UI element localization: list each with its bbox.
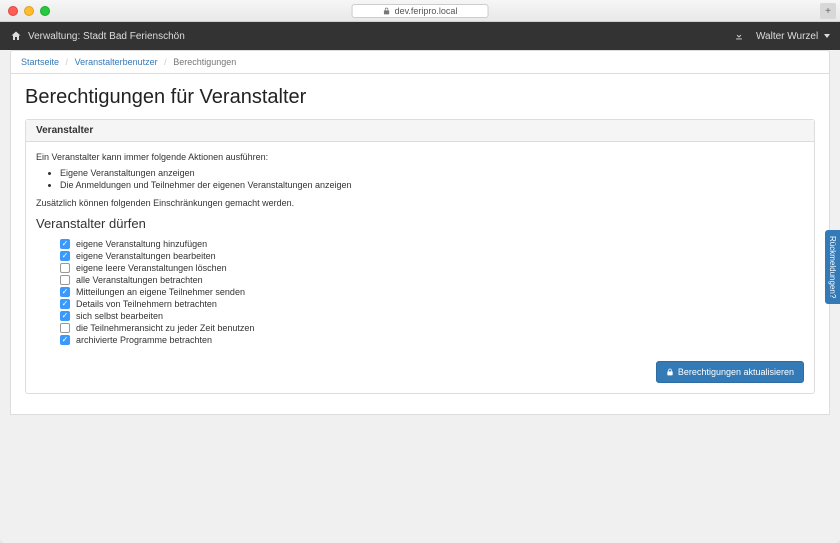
submit-label: Berechtigungen aktualisieren: [678, 367, 794, 377]
permission-checkbox[interactable]: [60, 275, 70, 285]
subheading: Veranstalter dürfen: [36, 216, 804, 231]
breadcrumb-current: Berechtigungen: [173, 57, 236, 67]
content-area: Startseite / Veranstalterbenutzer / Bere…: [0, 50, 840, 543]
fixed-permissions-list: Eigene Veranstaltungen anzeigen Die Anmel…: [60, 168, 804, 190]
zoom-icon[interactable]: [40, 6, 50, 16]
intro-text: Ein Veranstalter kann immer folgende Akt…: [36, 152, 804, 162]
minimize-icon[interactable]: [24, 6, 34, 16]
address-bar[interactable]: dev.feripro.local: [352, 4, 489, 18]
main-panel: Berechtigungen für Veranstalter Veransta…: [10, 74, 830, 415]
app-navbar: Verwaltung: Stadt Bad Ferienschön Walter…: [0, 22, 840, 50]
permission-checkbox[interactable]: [60, 287, 70, 297]
breadcrumb-sep: /: [164, 57, 167, 67]
lock-icon: [383, 7, 391, 15]
panel-body: Ein Veranstalter kann immer folgende Akt…: [26, 142, 814, 393]
permission-label: die Teilnehmeransicht zu jeder Zeit benu…: [76, 323, 254, 333]
permission-checkbox[interactable]: [60, 311, 70, 321]
permission-item: sich selbst bearbeiten: [60, 311, 804, 321]
home-icon[interactable]: [10, 30, 22, 42]
permission-item: archivierte Programme betrachten: [60, 335, 804, 345]
download-icon[interactable]: [734, 31, 744, 41]
permission-label: Details von Teilnehmern betrachten: [76, 299, 217, 309]
permission-item: die Teilnehmeransicht zu jeder Zeit benu…: [60, 323, 804, 333]
intro2-text: Zusätzlich können folgenden Einschränkun…: [36, 198, 804, 208]
permissions-panel: Veranstalter Ein Veranstalter kann immer…: [25, 119, 815, 394]
panel-heading: Veranstalter: [26, 120, 814, 142]
permission-label: eigene Veranstaltung hinzufügen: [76, 239, 207, 249]
permission-label: Mitteilungen an eigene Teilnehmer senden: [76, 287, 245, 297]
permission-item: eigene Veranstaltungen bearbeiten: [60, 251, 804, 261]
permissions-list: eigene Veranstaltung hinzufügen eigene Ve…: [60, 239, 804, 345]
url-text: dev.feripro.local: [395, 6, 458, 16]
window-controls: [8, 6, 50, 16]
permission-item: alle Veranstaltungen betrachten: [60, 275, 804, 285]
permission-label: alle Veranstaltungen betrachten: [76, 275, 203, 285]
permission-label: eigene leere Veranstaltungen löschen: [76, 263, 227, 273]
navbar-title: Verwaltung: Stadt Bad Ferienschön: [28, 31, 185, 42]
permission-item: eigene Veranstaltung hinzufügen: [60, 239, 804, 249]
browser-window: dev.feripro.local + Verwaltung: Stadt Ba…: [0, 0, 840, 543]
permission-item: Mitteilungen an eigene Teilnehmer senden: [60, 287, 804, 297]
permission-label: archivierte Programme betrachten: [76, 335, 212, 345]
new-tab-button[interactable]: +: [820, 3, 836, 19]
permission-checkbox[interactable]: [60, 323, 70, 333]
permission-item: Details von Teilnehmern betrachten: [60, 299, 804, 309]
titlebar: dev.feripro.local +: [0, 0, 840, 22]
fixed-permission-item: Die Anmeldungen und Teilnehmer der eigen…: [60, 180, 804, 190]
lock-icon: [666, 368, 674, 376]
update-permissions-button[interactable]: Berechtigungen aktualisieren: [656, 361, 804, 383]
permission-checkbox[interactable]: [60, 263, 70, 273]
permission-item: eigene leere Veranstaltungen löschen: [60, 263, 804, 273]
breadcrumb-sep: /: [66, 57, 69, 67]
permission-checkbox[interactable]: [60, 299, 70, 309]
close-icon[interactable]: [8, 6, 18, 16]
breadcrumb-users[interactable]: Veranstalterbenutzer: [75, 57, 158, 67]
breadcrumb-home[interactable]: Startseite: [21, 57, 59, 67]
chevron-down-icon: [824, 34, 830, 38]
button-row: Berechtigungen aktualisieren: [36, 353, 804, 383]
permission-checkbox[interactable]: [60, 239, 70, 249]
page-title: Berechtigungen für Veranstalter: [25, 86, 815, 109]
permission-checkbox[interactable]: [60, 335, 70, 345]
user-name: Walter Wurzel: [756, 31, 818, 42]
breadcrumb: Startseite / Veranstalterbenutzer / Bere…: [10, 50, 830, 74]
permission-label: sich selbst bearbeiten: [76, 311, 163, 321]
user-menu[interactable]: Walter Wurzel: [756, 31, 830, 42]
permission-label: eigene Veranstaltungen bearbeiten: [76, 251, 216, 261]
permission-checkbox[interactable]: [60, 251, 70, 261]
feedback-tab[interactable]: Rückmeldungen?: [825, 230, 840, 304]
fixed-permission-item: Eigene Veranstaltungen anzeigen: [60, 168, 804, 178]
